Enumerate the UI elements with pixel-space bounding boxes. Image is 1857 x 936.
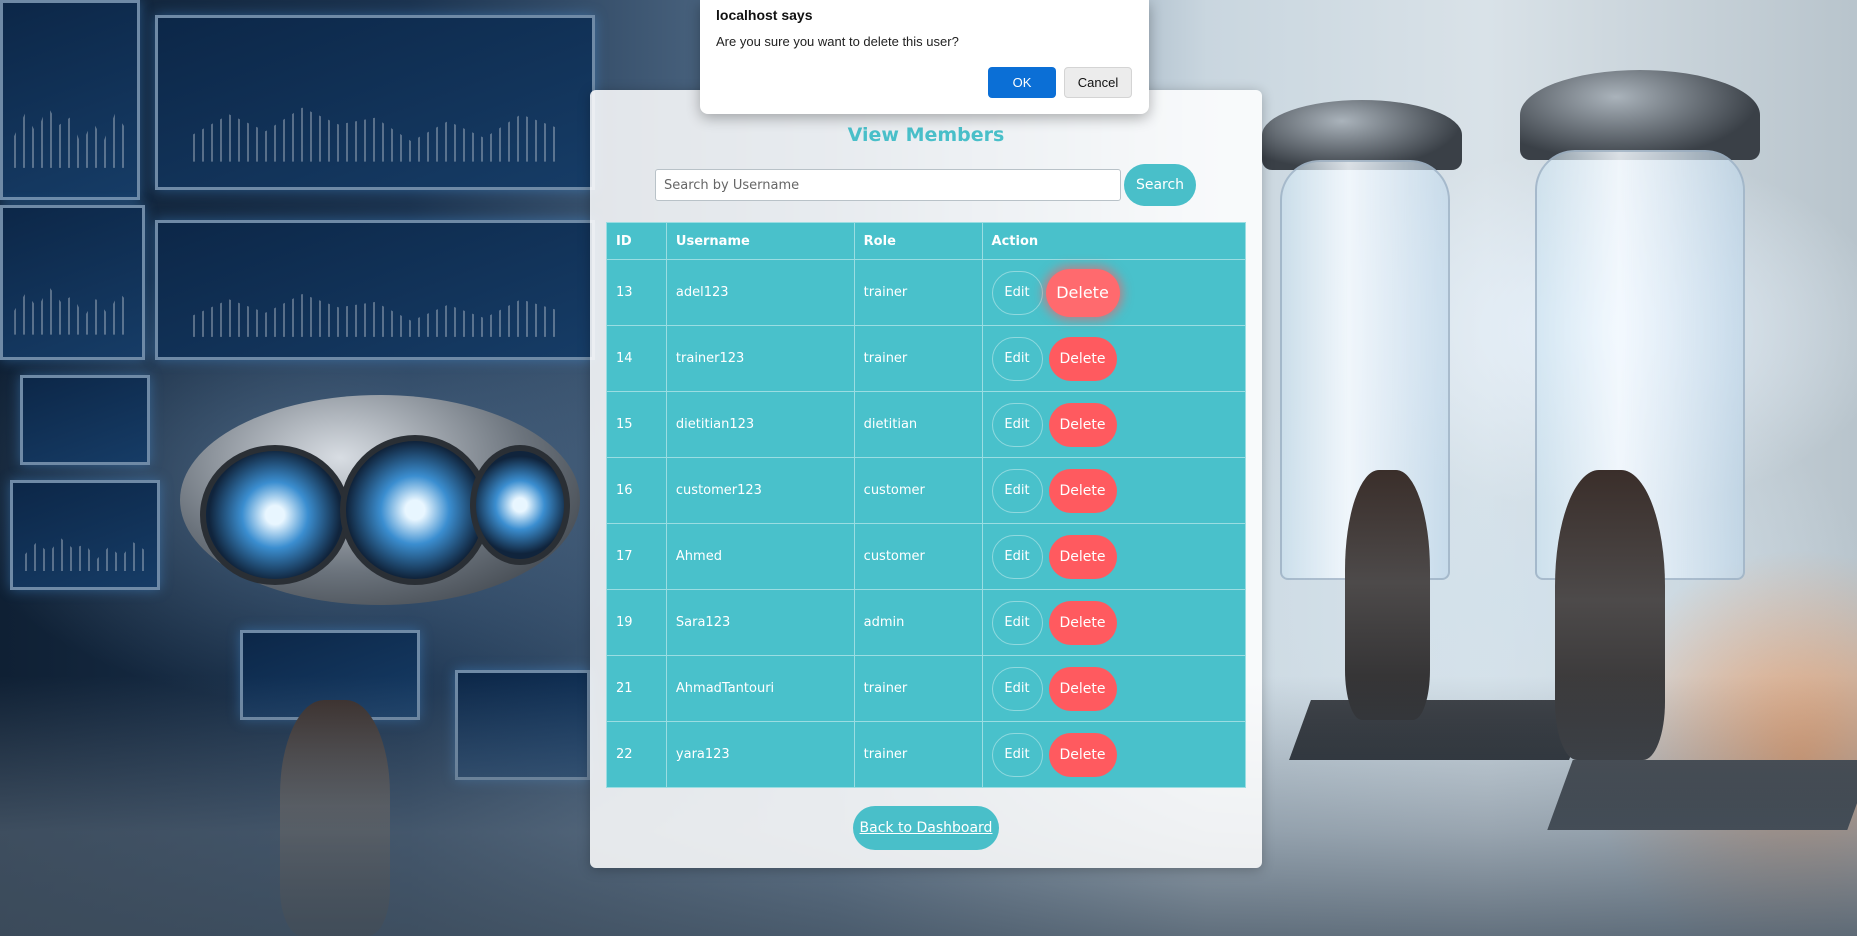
table-header-row: ID Username Role Action [606,222,1247,260]
edit-button[interactable]: Edit [991,336,1043,381]
cell-id: 19 [606,589,667,656]
table-row: 17 Ahmed customer Edit Delete [606,523,1247,590]
search-bar: Search [655,164,1196,206]
cell-action: Edit Delete [981,457,1247,524]
table-row: 13 adel123 trainer Edit Delete [606,259,1247,326]
cell-id: 17 [606,523,667,590]
cell-id: 13 [606,259,667,326]
column-header-action: Action [981,222,1247,260]
cell-username: yara123 [665,721,855,788]
cell-role: customer [853,457,983,524]
dialog-message: Are you sure you want to delete this use… [716,34,959,49]
background-monitor [10,480,160,590]
cell-username: trainer123 [665,325,855,392]
delete-button[interactable]: Delete [1048,534,1117,579]
column-header-username: Username [665,222,855,260]
delete-button[interactable]: Delete [1048,336,1117,381]
page-title: View Members [847,124,1005,146]
dialog-cancel-button[interactable]: Cancel [1064,67,1132,98]
delete-button[interactable]: Delete [1048,600,1117,645]
edit-button[interactable]: Edit [991,666,1043,711]
dialog-ok-button[interactable]: OK [988,67,1056,98]
cell-id: 15 [606,391,667,458]
cell-id: 14 [606,325,667,392]
cell-username: adel123 [665,259,855,326]
cell-id: 21 [606,655,667,722]
cell-username: AhmadTantouri [665,655,855,722]
background-monitor [0,205,145,360]
delete-button[interactable]: Delete [1045,268,1120,317]
table-row: 22 yara123 trainer Edit Delete [606,721,1247,788]
background-monitor [20,375,150,465]
edit-button[interactable]: Edit [991,402,1043,447]
table-row: 21 AhmadTantouri trainer Edit Delete [606,655,1247,722]
cell-id: 16 [606,457,667,524]
members-table: ID Username Role Action 13 adel123 train… [606,222,1247,788]
delete-button[interactable]: Delete [1048,468,1117,513]
cell-username: Ahmed [665,523,855,590]
edit-button[interactable]: Edit [991,468,1043,513]
cell-action: Edit Delete [981,721,1247,788]
edit-button[interactable]: Edit [991,732,1043,777]
column-header-role: Role [853,222,983,260]
search-button[interactable]: Search [1124,164,1196,206]
cell-action: Edit Delete [981,325,1247,392]
edit-button[interactable]: Edit [991,270,1043,315]
dialog-title: localhost says [716,7,813,23]
cell-role: admin [853,589,983,656]
edit-button[interactable]: Edit [991,534,1043,579]
delete-button[interactable]: Delete [1048,732,1117,777]
cell-role: customer [853,523,983,590]
edit-button[interactable]: Edit [991,600,1043,645]
table-row: 16 customer123 customer Edit Delete [606,457,1247,524]
robot-illustration [180,395,580,605]
cell-action: Edit Delete [981,655,1247,722]
table-row: 19 Sara123 admin Edit Delete [606,589,1247,656]
cell-role: trainer [853,721,983,788]
cell-action: Edit Delete [981,523,1247,590]
column-header-id: ID [606,222,667,260]
background-monitor [0,0,140,200]
confirm-dialog: localhost says Are you sure you want to … [700,0,1149,114]
cell-role: dietitian [853,391,983,458]
delete-button[interactable]: Delete [1048,666,1117,711]
background-monitor [155,15,595,190]
cell-username: customer123 [665,457,855,524]
cell-action: Edit Delete [981,259,1247,326]
tube-cap [1520,70,1760,160]
table-row: 15 dietitian123 dietitian Edit Delete [606,391,1247,458]
delete-button[interactable]: Delete [1048,402,1117,447]
cell-role: trainer [853,325,983,392]
cell-username: Sara123 [665,589,855,656]
cell-action: Edit Delete [981,589,1247,656]
back-to-dashboard-link[interactable]: Back to Dashboard [853,806,999,850]
table-row: 14 trainer123 trainer Edit Delete [606,325,1247,392]
cell-username: dietitian123 [665,391,855,458]
members-card: View Members Search ID Username Role Act… [590,90,1262,868]
cell-role: trainer [853,655,983,722]
cell-role: trainer [853,259,983,326]
search-input[interactable] [655,169,1121,201]
cell-action: Edit Delete [981,391,1247,458]
background-monitor [155,220,595,360]
cell-id: 22 [606,721,667,788]
